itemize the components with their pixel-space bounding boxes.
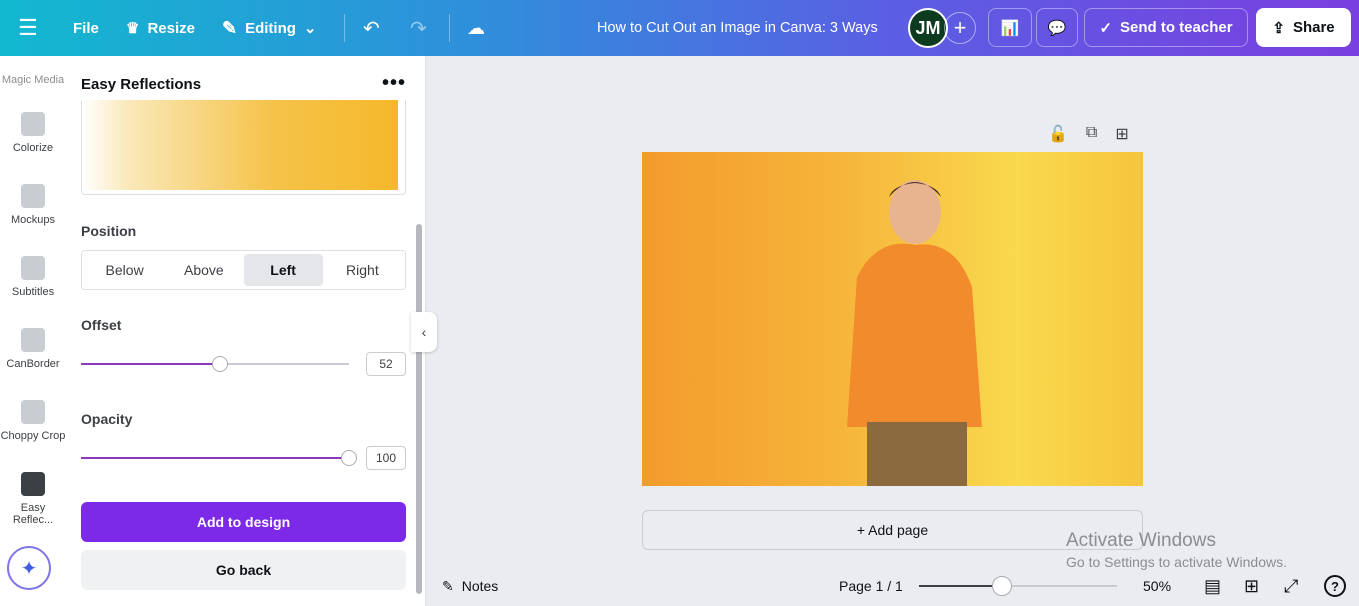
analytics-icon[interactable]: 📊: [988, 8, 1032, 47]
go-back-button[interactable]: Go back: [81, 550, 406, 590]
rail-label: Choppy Crop: [0, 430, 66, 442]
rail-label: Easy Reflec...: [12, 502, 54, 526]
person-photo: [847, 180, 982, 486]
offset-value-input[interactable]: 52: [366, 352, 406, 376]
notes-button[interactable]: ✎ Notes: [442, 578, 498, 595]
offset-label: Offset: [81, 317, 122, 333]
opacity-value-input[interactable]: 100: [366, 446, 406, 470]
add-page-icon[interactable]: ⊞: [1115, 124, 1128, 144]
check-circle-icon: ✓: [1099, 19, 1113, 37]
send-to-teacher-button[interactable]: ✓ Send to teacher: [1084, 8, 1248, 47]
share-label: Share: [1292, 19, 1335, 36]
document-title[interactable]: How to Cut Out an Image in Canva: 3 Ways: [597, 20, 878, 36]
position-below[interactable]: Below: [85, 254, 164, 286]
position-selector: Below Above Left Right: [81, 250, 406, 290]
reflection-preview: [81, 100, 406, 195]
editing-dropdown[interactable]: ✎ Editing ⌄: [222, 18, 317, 39]
position-label: Position: [81, 223, 137, 239]
hamburger-icon[interactable]: ☰: [18, 15, 38, 41]
collapse-panel-icon[interactable]: ‹: [411, 312, 437, 352]
rail-item-canborder[interactable]: CanBorder: [0, 328, 66, 370]
send-label: Send to teacher: [1120, 19, 1233, 36]
rail-item-colorize[interactable]: Colorize: [0, 112, 66, 154]
divider: [449, 14, 450, 42]
zoom-slider[interactable]: [919, 576, 1117, 596]
grid-view-icon[interactable]: ⊞: [1244, 576, 1259, 597]
offset-slider-handle[interactable]: [212, 356, 229, 372]
position-left[interactable]: Left: [243, 254, 323, 286]
lock-icon[interactable]: 🔓: [1048, 124, 1068, 144]
upload-icon: ⇪: [1272, 19, 1285, 37]
mockups-icon: [21, 184, 45, 208]
easy-reflections-icon: [21, 472, 45, 496]
add-collaborator-icon[interactable]: +: [944, 12, 976, 44]
fullscreen-icon[interactable]: ⤢: [1284, 576, 1298, 597]
preview-image: [82, 100, 398, 190]
panel-title: Easy Reflections: [81, 76, 202, 93]
undo-icon[interactable]: ↶: [363, 16, 380, 41]
opacity-slider[interactable]: [81, 450, 357, 466]
resize-label: Resize: [147, 19, 195, 37]
divider: [344, 14, 345, 42]
redo-icon[interactable]: ↷: [410, 16, 427, 41]
cloud-saved-icon[interactable]: ☁: [467, 18, 485, 39]
opacity-label: Opacity: [81, 411, 133, 427]
zoom-slider-fill: [919, 585, 1003, 587]
rail-label: Colorize: [12, 142, 54, 154]
watermark-line1: Activate Windows: [1066, 530, 1216, 551]
help-icon[interactable]: ?: [1324, 575, 1346, 597]
rail-label: Subtitles: [11, 286, 55, 298]
subtitles-icon: [21, 256, 45, 280]
position-right[interactable]: Right: [323, 254, 402, 286]
crown-icon: ♛: [126, 20, 140, 37]
page-controls: 🔓 ⧉ ⊞: [1048, 124, 1129, 144]
rail-item-magic-media[interactable]: Magic Media: [0, 74, 66, 86]
rail-item-mockups[interactable]: Mockups: [0, 184, 66, 226]
rail-item-subtitles[interactable]: Subtitles: [0, 256, 66, 298]
notes-icon: ✎: [442, 577, 454, 594]
share-button[interactable]: ⇪ Share: [1256, 8, 1351, 47]
zoom-slider-handle[interactable]: [992, 576, 1013, 596]
chevron-down-icon: ⌄: [303, 20, 317, 37]
colorize-icon: [21, 112, 45, 136]
page-indicator[interactable]: Page 1 / 1: [839, 578, 903, 594]
canborder-icon: [21, 328, 45, 352]
editing-label: Editing: [245, 19, 296, 37]
rail-label: Mockups: [10, 214, 56, 226]
footer-bar: ✎ Notes Page 1 / 1 50% ▤ ⊞ ⤢ ?: [426, 566, 1359, 606]
resize-button[interactable]: ♛ Resize: [126, 19, 195, 38]
rail-label: CanBorder: [6, 358, 60, 370]
add-to-design-button[interactable]: Add to design: [81, 502, 406, 542]
more-options-icon[interactable]: •••: [382, 72, 406, 95]
opacity-slider-fill: [81, 457, 349, 459]
activate-windows-watermark: Activate Windows Go to Settings to activ…: [1066, 530, 1287, 570]
top-bar: ☰ File ♛ Resize ✎ Editing ⌄ ↶ ↷ ☁ How to Cu…: [0, 0, 1359, 56]
pages-view-icon[interactable]: ▤: [1204, 576, 1221, 597]
comment-icon[interactable]: 💬: [1036, 8, 1078, 47]
notes-label: Notes: [461, 578, 499, 594]
apps-rail: Magic Media Colorize Mockups Subtitles C…: [0, 56, 66, 606]
duplicate-page-icon[interactable]: ⧉: [1086, 124, 1097, 144]
offset-slider[interactable]: [81, 356, 349, 372]
magic-sparkle-icon[interactable]: ✦: [7, 546, 51, 590]
rail-item-easy-reflections[interactable]: Easy Reflec...: [0, 472, 66, 526]
avatar[interactable]: JM: [908, 8, 948, 48]
rail-label: Magic Media: [1, 74, 65, 86]
opacity-slider-handle[interactable]: [341, 450, 357, 466]
choppy-crop-icon: [21, 400, 45, 424]
pencil-icon: ✎: [222, 17, 238, 38]
file-menu[interactable]: File: [73, 20, 99, 37]
design-canvas[interactable]: [642, 152, 1143, 486]
position-above[interactable]: Above: [164, 254, 243, 286]
panel-scrollbar[interactable]: [416, 224, 422, 594]
zoom-level[interactable]: 50%: [1143, 578, 1171, 594]
offset-slider-fill: [81, 363, 221, 365]
side-panel: Easy Reflections ••• Position Below Abov…: [66, 56, 426, 606]
rail-item-choppy-crop[interactable]: Choppy Crop: [0, 400, 66, 442]
